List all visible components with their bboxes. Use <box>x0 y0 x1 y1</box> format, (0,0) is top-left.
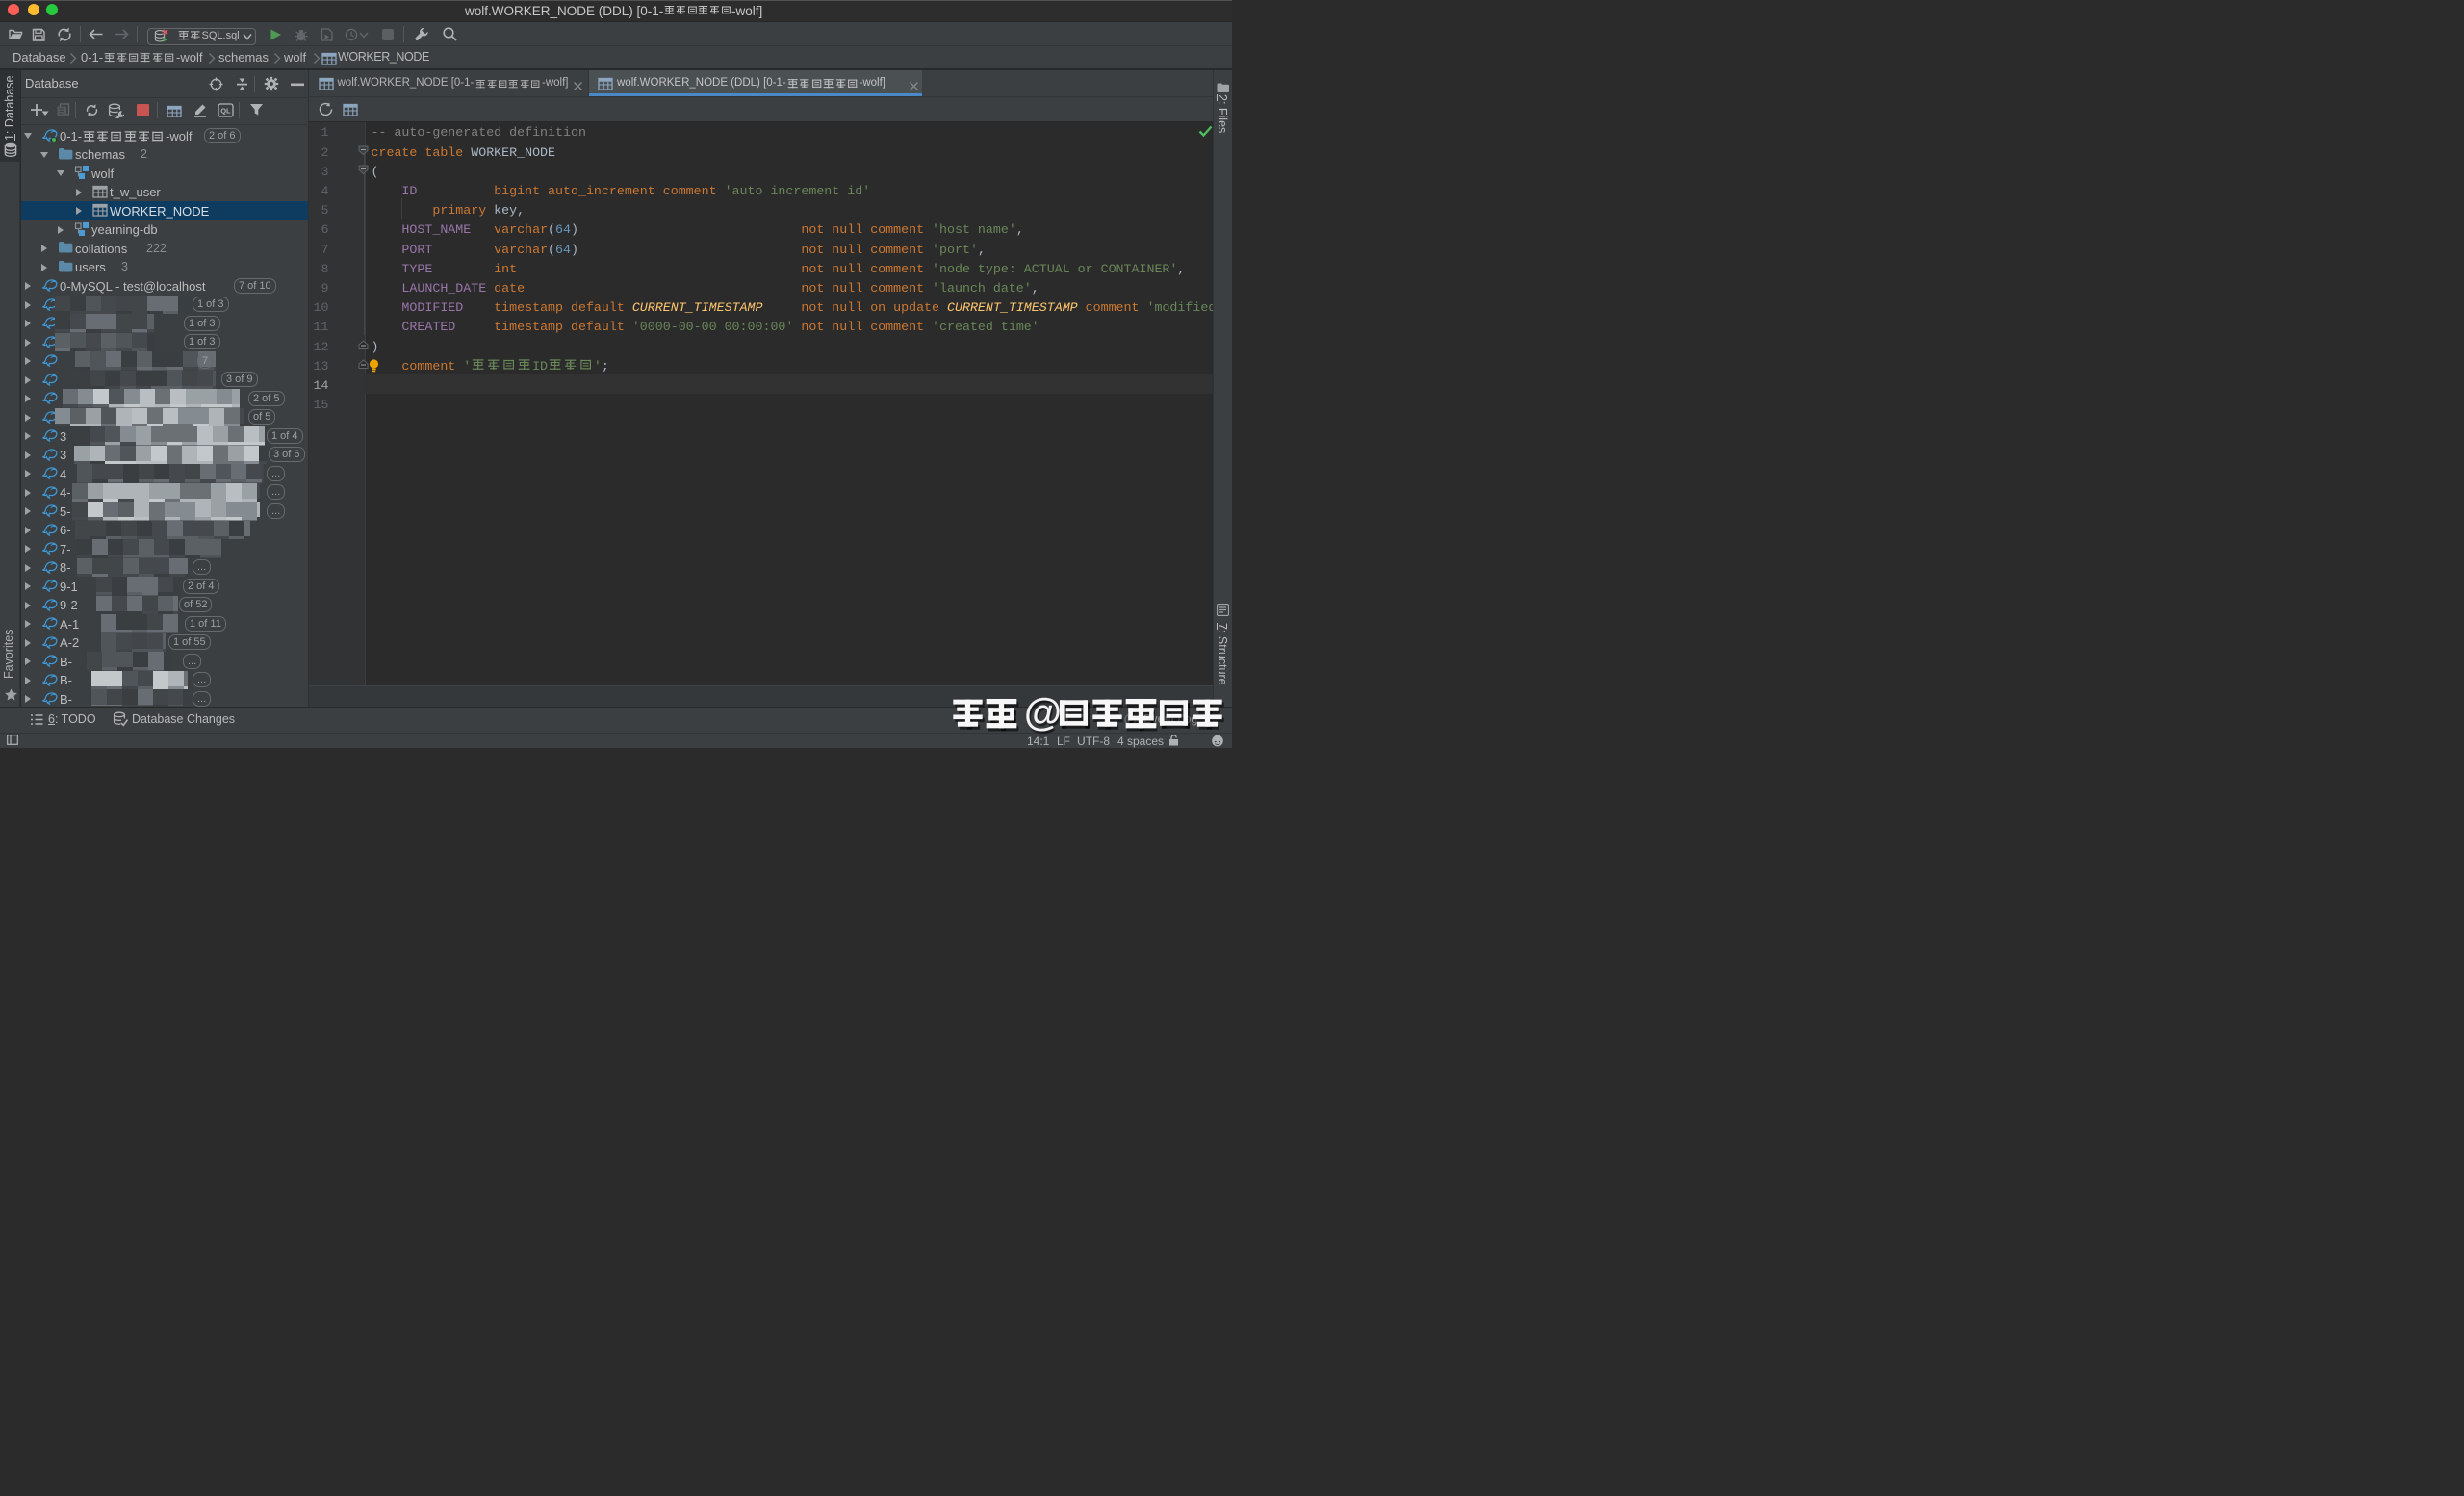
svg-text:QL: QL <box>220 107 231 116</box>
